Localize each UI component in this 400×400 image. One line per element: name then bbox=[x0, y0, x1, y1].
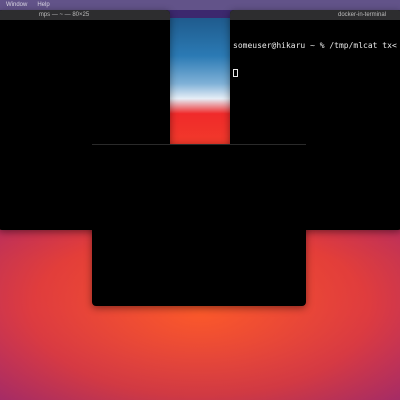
wallpaper-sky-strip bbox=[170, 18, 230, 144]
terminal-content[interactable]: someuser@hikaru ~ % /tmp/mlcat tx< mo bbox=[230, 20, 400, 98]
terminal-content[interactable] bbox=[0, 20, 170, 26]
text-cursor bbox=[233, 68, 238, 77]
window-titlebar[interactable]: mps — ~ — 80×25 bbox=[0, 10, 170, 20]
window-title: docker-in-terminal bbox=[337, 12, 386, 18]
window-title: mps — ~ — 80×25 bbox=[38, 12, 90, 18]
terminal-line-1: someuser@hikaru ~ % /tmp/mlcat tx< mo bbox=[233, 41, 400, 50]
terminal-window-center[interactable] bbox=[92, 144, 306, 306]
terminal-line-2 bbox=[233, 68, 399, 77]
window-titlebar[interactable]: docker-in-terminal bbox=[230, 10, 400, 20]
window-divider bbox=[92, 144, 306, 145]
menu-item-help[interactable]: Help bbox=[37, 2, 49, 8]
menu-bar: Window Help bbox=[0, 0, 400, 10]
menu-item-window[interactable]: Window bbox=[6, 2, 27, 8]
